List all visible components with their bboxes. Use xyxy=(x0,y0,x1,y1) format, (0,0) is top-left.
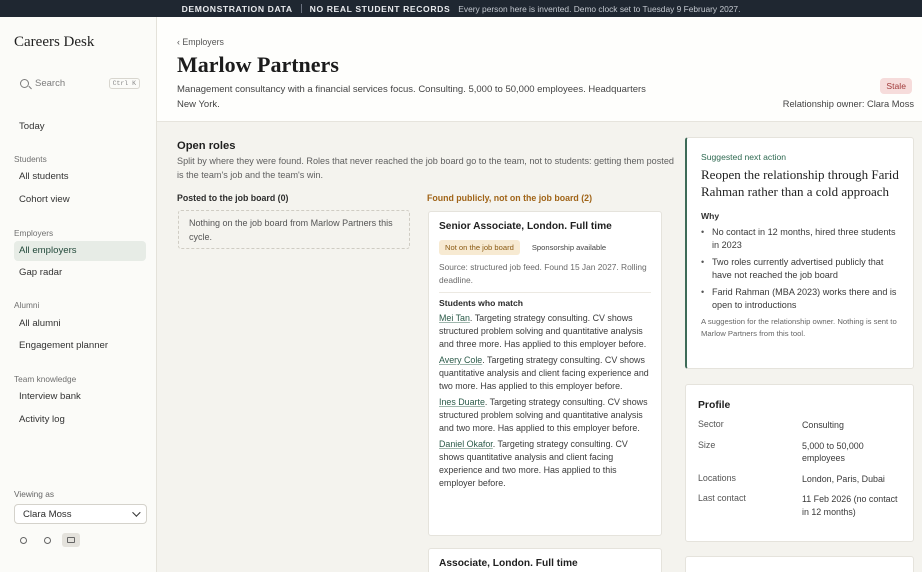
banner-tag-demo: DEMONSTRATION DATA xyxy=(181,3,293,14)
page-title: Marlow Partners xyxy=(177,52,339,77)
theme-dark-button[interactable] xyxy=(38,533,56,547)
open-roles-subtitle: Split by where they were found. Roles th… xyxy=(177,156,674,180)
sidebar: Careers Desk Search Ctrl K Today Student… xyxy=(0,17,157,572)
profile-value: London, Paris, Dubai xyxy=(801,473,885,484)
student-match: Ines Duarte. Targeting strategy consulti… xyxy=(439,396,651,435)
sidebar-item-gap-radar[interactable]: Gap radar xyxy=(14,263,146,283)
profile-value: 5,000 to 50,000 employees xyxy=(801,440,864,464)
profile-row-last-contact: Last contact 11 Feb 2026 (no contact in 1… xyxy=(698,493,901,518)
role-card[interactable]: Associate, London. Full time xyxy=(428,548,662,572)
role-source: Source: structured job feed. Found 15 Ja… xyxy=(439,262,647,285)
search-icon xyxy=(20,78,29,88)
student-match-text: . Targeting strategy consulting. CV show… xyxy=(439,313,647,349)
sidebar-item-all-students[interactable]: All students xyxy=(14,167,146,187)
profile-row-locations: Locations London, Paris, Dubai xyxy=(698,473,901,486)
status-badge: Stale xyxy=(880,78,912,94)
profile-key: Sector xyxy=(698,419,724,429)
sponsorship-badge: Sponsorship available xyxy=(531,243,607,252)
why-heading: Why xyxy=(701,211,720,221)
suggested-action-card: Suggested next action Reopen the relatio… xyxy=(685,137,914,369)
moon-icon xyxy=(43,536,51,544)
sidebar-group-team-knowledge: Team knowledge xyxy=(14,374,77,384)
role-title: Associate, London. Full time xyxy=(439,558,578,569)
banner-divider xyxy=(300,4,302,13)
profile-title: Profile xyxy=(698,400,731,411)
posted-heading: Posted to the job board (0) xyxy=(177,193,289,203)
reasons-list: No contact in 12 months, hired three stu… xyxy=(701,226,899,312)
search-placeholder: Search xyxy=(35,77,66,89)
reason-item: Farid Rahman (MBA 2023) works there and … xyxy=(701,286,899,312)
app-brand[interactable]: Careers Desk xyxy=(14,34,94,51)
profile-key: Size xyxy=(698,439,716,450)
theme-system-button[interactable] xyxy=(62,533,80,547)
theme-switcher xyxy=(14,533,80,547)
student-link[interactable]: Ines Duarte xyxy=(439,397,485,407)
search-input[interactable]: Search Ctrl K xyxy=(14,72,140,94)
open-roles-title: Open roles xyxy=(177,140,236,152)
suggestion-footnote: A suggestion for the relationship owner.… xyxy=(701,317,897,338)
profile-row-size: Size 5,000 to 50,000 employees xyxy=(698,440,901,465)
sidebar-item-all-alumni[interactable]: All alumni xyxy=(14,314,146,334)
theme-light-button[interactable] xyxy=(14,533,32,547)
profile-value: Consulting xyxy=(801,420,844,430)
not-on-board-badge: Not on the job board xyxy=(439,240,520,255)
sidebar-group-students: Students xyxy=(14,154,47,164)
divider xyxy=(439,292,651,293)
viewing-as-value: Clara Moss xyxy=(23,508,72,520)
relationship-owner: Relationship owner: Clara Moss xyxy=(782,99,914,109)
sidebar-item-engagement-planner[interactable]: Engagement planner xyxy=(14,336,146,356)
profile-card: Profile Sector Consulting Size 5,000 to 50… xyxy=(685,384,914,542)
search-shortcut-hint: Ctrl K xyxy=(108,77,140,89)
suggested-action-headline: Reopen the relationship through Farid Ra… xyxy=(701,167,899,199)
reason-item: No contact in 12 months, hired three stu… xyxy=(701,226,899,252)
student-link[interactable]: Mei Tan xyxy=(439,313,470,323)
sidebar-item-interview-bank[interactable]: Interview bank xyxy=(14,387,146,407)
sidebar-item-activity-log[interactable]: Activity log xyxy=(14,410,146,430)
monitor-icon xyxy=(67,537,75,543)
student-link[interactable]: Daniel Okafor xyxy=(439,439,493,449)
chevron-down-icon xyxy=(132,508,141,517)
banner-note: Every person here is invented. Demo cloc… xyxy=(458,3,741,14)
sidebar-group-employers: Employers xyxy=(14,228,54,238)
public-heading: Found publicly, not on the job board (2) xyxy=(427,193,593,203)
breadcrumb-employers[interactable]: ‹ Employers xyxy=(177,37,224,47)
profile-key: Locations xyxy=(698,472,736,483)
suggested-action-label: Suggested next action xyxy=(701,152,787,162)
profile-row-sector: Sector Consulting xyxy=(698,419,901,432)
student-match: Avery Cole. Targeting strategy consultin… xyxy=(439,354,651,393)
next-card xyxy=(685,556,914,572)
student-match: Daniel Okafor. Targeting strategy consul… xyxy=(439,438,651,490)
sidebar-item-today[interactable]: Today xyxy=(14,117,146,137)
sidebar-item-cohort-view[interactable]: Cohort view xyxy=(14,190,146,210)
student-match: Mei Tan. Targeting strategy consulting. … xyxy=(439,312,651,351)
banner-tag-no-real: NO REAL STUDENT RECORDS xyxy=(309,3,451,14)
reason-item: Two roles currently advertised publicly … xyxy=(701,256,899,282)
viewing-as-label: Viewing as xyxy=(14,489,54,499)
matches-heading: Students who match xyxy=(439,298,524,308)
sidebar-group-alumni: Alumni xyxy=(14,300,40,310)
posted-empty-state: Nothing on the job board from Marlow Par… xyxy=(178,210,410,249)
student-link[interactable]: Avery Cole xyxy=(439,355,482,365)
sidebar-item-all-employers[interactable]: All employers xyxy=(14,241,146,261)
profile-value: 11 Feb 2026 (no contact in 12 months) xyxy=(801,494,898,517)
viewing-as-select[interactable]: Clara Moss xyxy=(14,504,147,524)
employer-description: Management consultancy with a financial … xyxy=(177,84,646,110)
role-title: Senior Associate, London. Full time xyxy=(439,221,612,232)
employer-header: ‹ Employers Marlow Partners Management c… xyxy=(157,17,922,122)
role-card[interactable]: Senior Associate, London. Full time Not … xyxy=(428,211,662,536)
sun-icon xyxy=(19,536,27,544)
demo-banner: DEMONSTRATION DATA NO REAL STUDENT RECOR… xyxy=(0,0,922,17)
profile-key: Last contact xyxy=(698,493,746,503)
